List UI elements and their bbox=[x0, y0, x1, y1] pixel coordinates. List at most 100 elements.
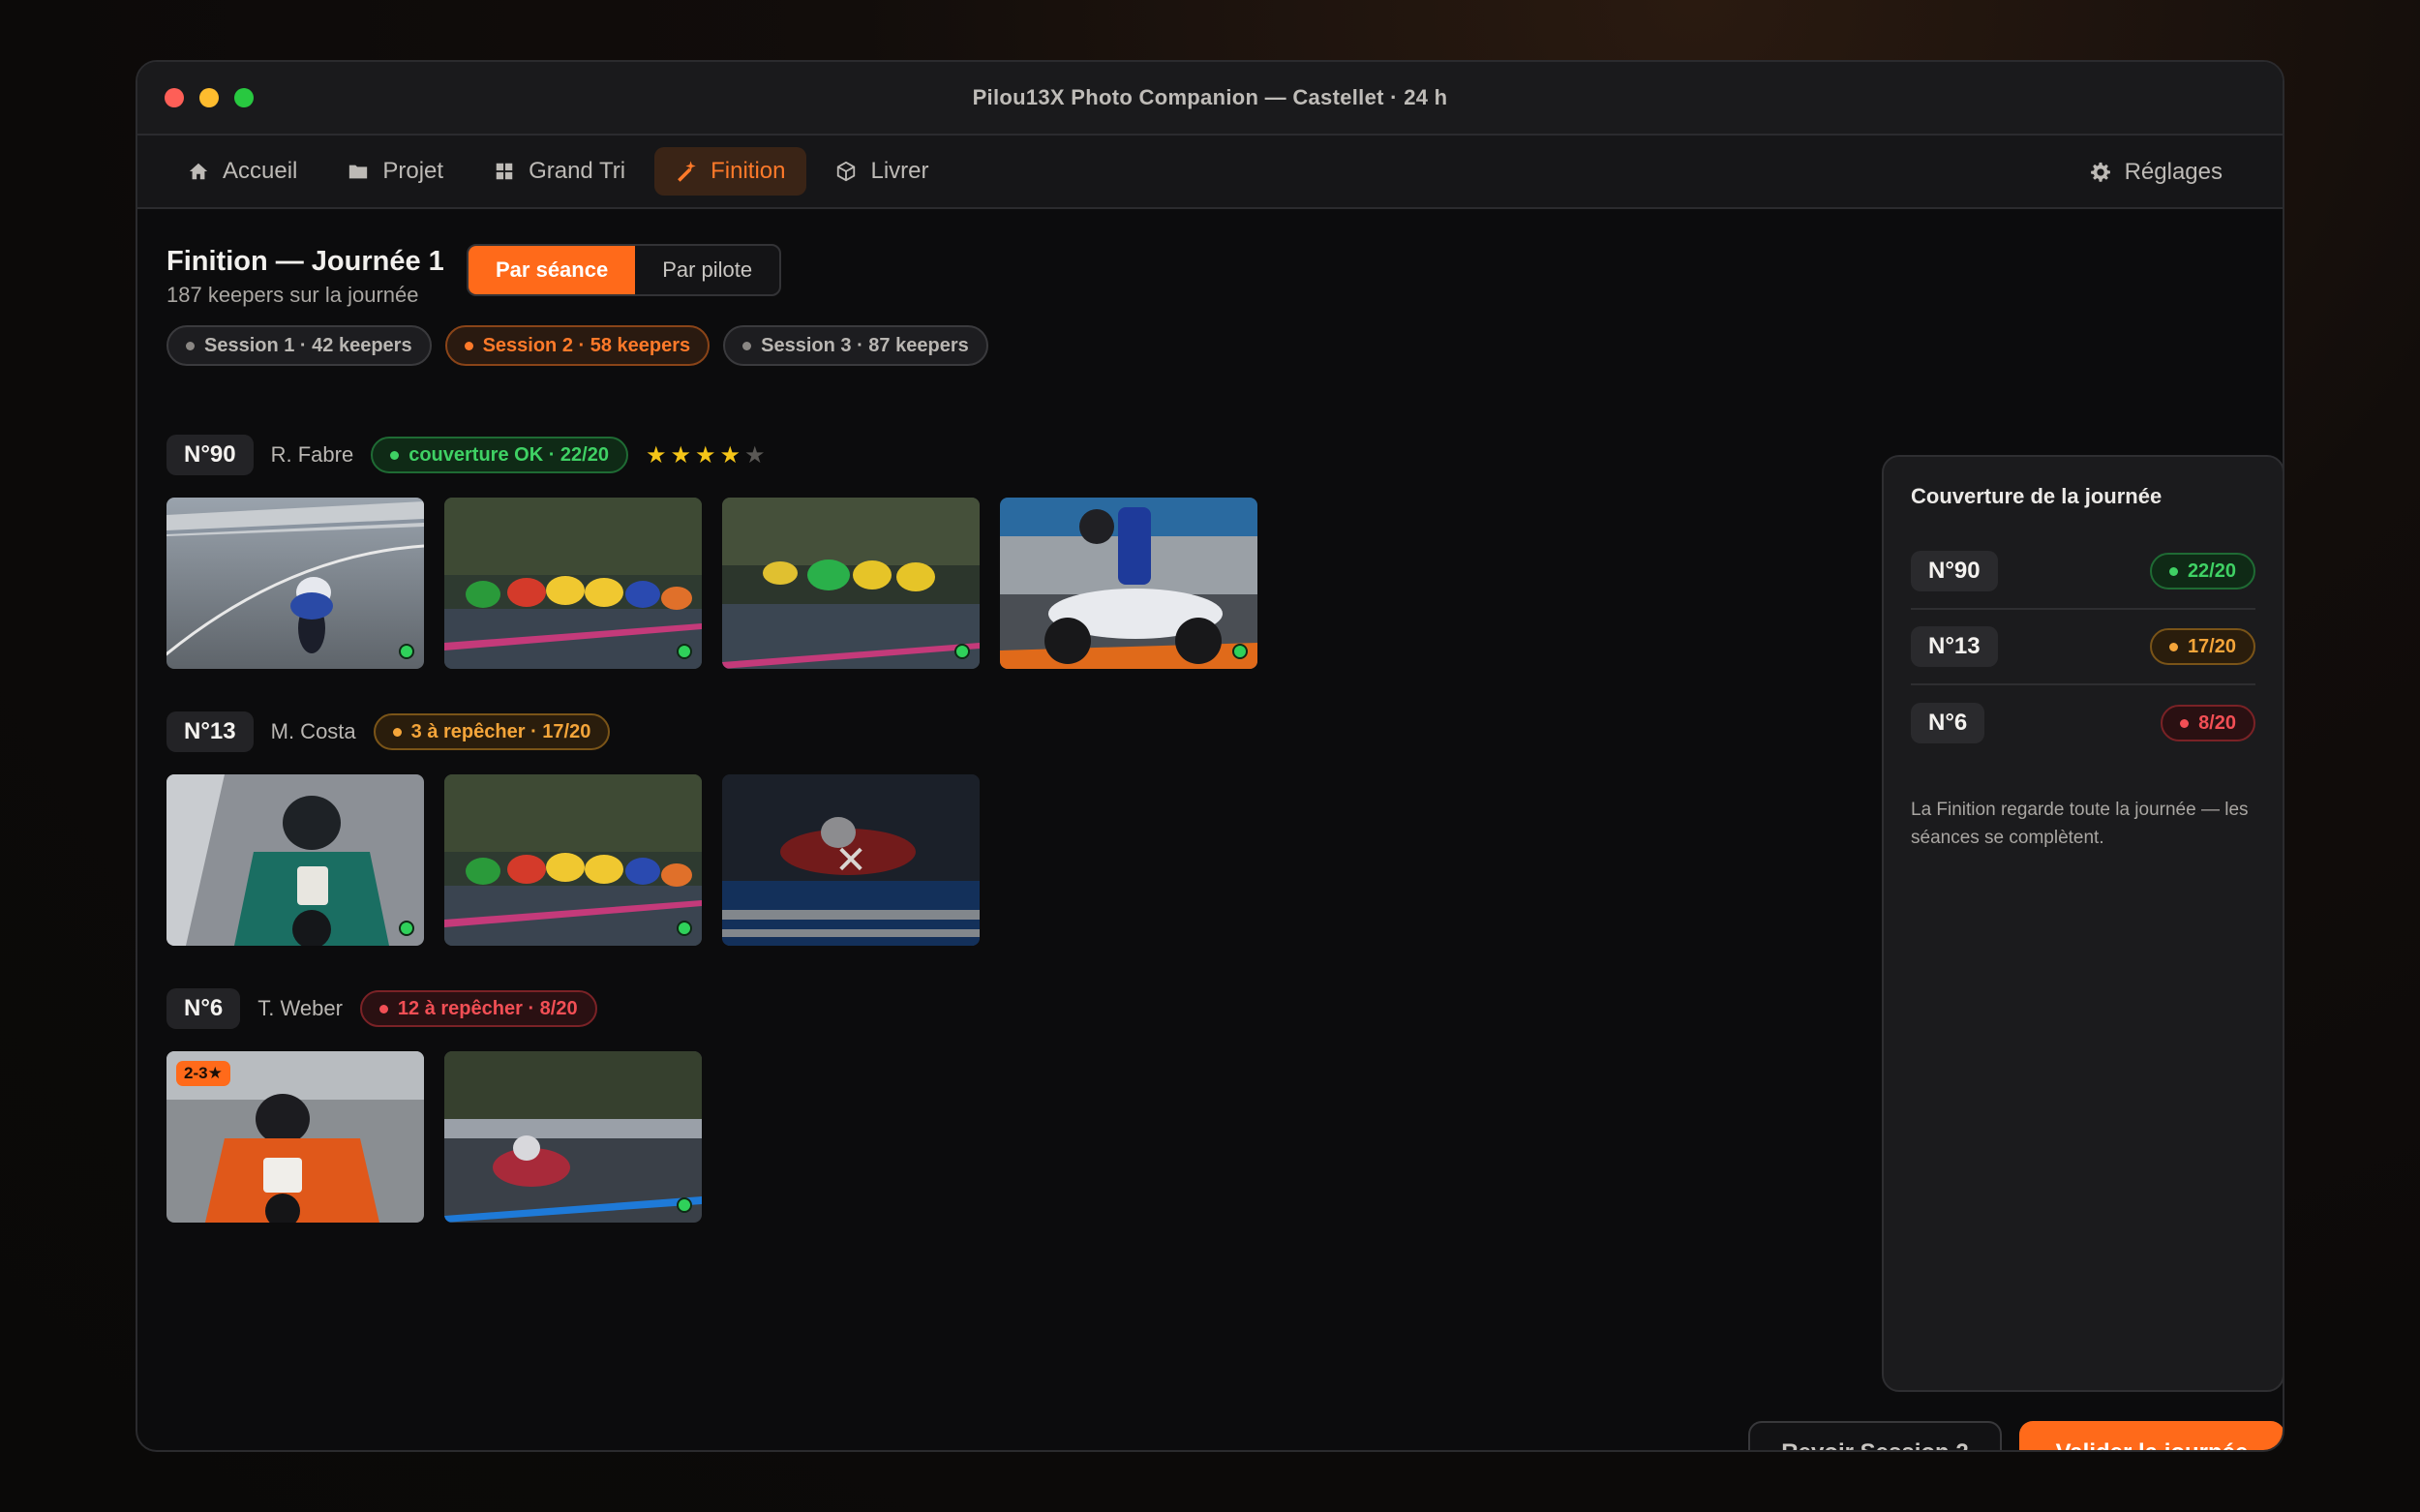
photo-thumbnail[interactable] bbox=[166, 498, 424, 669]
nav-tab-grand-tri[interactable]: Grand Tri bbox=[472, 147, 647, 196]
star-icon[interactable]: ★ bbox=[670, 441, 691, 469]
photo-strip: ✕ bbox=[166, 774, 980, 946]
status-dot bbox=[2168, 642, 2178, 651]
pilot-name: T. Weber bbox=[257, 996, 343, 1020]
photo-image bbox=[1000, 498, 1257, 669]
window-controls bbox=[165, 88, 254, 107]
nav-tab-projet[interactable]: Projet bbox=[326, 147, 465, 196]
photo-strip bbox=[166, 498, 1257, 669]
coverage-note: La Finition regarde toute la journée — l… bbox=[1911, 800, 2249, 848]
coverage-badge-label: 3 à repêcher · 17/20 bbox=[410, 720, 591, 742]
photo-strip: 2-3★ bbox=[166, 1051, 702, 1223]
minimize-window-button[interactable] bbox=[199, 88, 219, 107]
validate-day-button[interactable]: Valider la journée bbox=[2019, 1421, 2283, 1450]
session-filter: Session 1 · 42 keepers Session 2 · 58 ke… bbox=[166, 325, 988, 366]
grid-icon bbox=[496, 163, 513, 180]
keeper-indicator bbox=[399, 921, 414, 936]
view-by-pilot-button[interactable]: Par pilote bbox=[635, 246, 779, 294]
star-icon[interactable]: ★ bbox=[744, 441, 766, 469]
status-dot bbox=[378, 1004, 388, 1013]
review-session-button[interactable]: Revoir Session 2 bbox=[1748, 1421, 2002, 1450]
pilot-header: N°13 M. Costa 3 à repêcher · 17/20 bbox=[166, 711, 980, 753]
pilot-group-13: N°13 M. Costa 3 à repêcher · 17/20 ✕ bbox=[166, 711, 980, 946]
pilot-group-6: N°6 T. Weber 12 à repêcher · 8/20 2-3★ bbox=[166, 987, 702, 1223]
keeper-indicator bbox=[677, 921, 692, 936]
session-chip-2[interactable]: Session 2 · 58 keepers bbox=[444, 325, 711, 366]
coverage-value: 17/20 bbox=[2187, 635, 2236, 657]
photo-thumbnail[interactable] bbox=[444, 1051, 702, 1223]
window-title: Pilou13X Photo Companion — Castellet · 2… bbox=[972, 85, 1448, 109]
photo-thumbnail[interactable]: ✕ bbox=[722, 774, 980, 946]
pilot-number: N°6 bbox=[166, 988, 241, 1029]
settings-button[interactable]: Réglages bbox=[2069, 148, 2244, 197]
pilot-header: N°6 T. Weber 12 à repêcher · 8/20 bbox=[166, 987, 702, 1030]
coverage-pilot-number: N°90 bbox=[1911, 551, 1998, 591]
pilot-number: N°13 bbox=[166, 711, 254, 752]
keeper-indicator bbox=[399, 644, 414, 659]
view-by-session-button[interactable]: Par séance bbox=[469, 246, 636, 294]
nav-tab-label: Projet bbox=[382, 158, 444, 184]
keeper-indicator bbox=[677, 1197, 692, 1213]
nav-tab-finition[interactable]: Finition bbox=[654, 147, 807, 196]
page-subtitle: 187 keepers sur la journée bbox=[166, 283, 419, 307]
coverage-value-badge: 22/20 bbox=[2149, 553, 2255, 590]
coverage-row-6[interactable]: N°6 8/20 bbox=[1911, 685, 2255, 761]
coverage-value: 8/20 bbox=[2198, 711, 2236, 734]
coverage-badge: 3 à repêcher · 17/20 bbox=[373, 713, 611, 750]
pilot-name: M. Costa bbox=[270, 719, 356, 743]
coverage-badge: couverture OK · 22/20 bbox=[371, 437, 628, 473]
coverage-value-badge: 8/20 bbox=[2161, 705, 2255, 741]
pilot-name: R. Fabre bbox=[270, 442, 354, 467]
photo-image bbox=[444, 498, 702, 669]
photo-image bbox=[444, 1051, 702, 1223]
coverage-row-13[interactable]: N°13 17/20 bbox=[1911, 610, 2255, 685]
session-chip-label: Session 2 · 58 keepers bbox=[482, 334, 691, 356]
nav-tab-label: Grand Tri bbox=[529, 158, 626, 184]
coverage-badge: 12 à repêcher · 8/20 bbox=[359, 990, 597, 1027]
photo-thumbnail[interactable] bbox=[166, 774, 424, 946]
settings-label: Réglages bbox=[2124, 159, 2223, 185]
session-chip-3[interactable]: Session 3 · 87 keepers bbox=[723, 325, 988, 366]
app-window: Pilou13X Photo Companion — Castellet · 2… bbox=[136, 60, 2284, 1452]
star-icon[interactable]: ★ bbox=[720, 441, 741, 469]
session-chip-1[interactable]: Session 1 · 42 keepers bbox=[166, 325, 432, 366]
close-window-button[interactable] bbox=[165, 88, 184, 107]
coverage-row-90[interactable]: N°90 22/20 bbox=[1911, 534, 2255, 610]
nav-tab-livrer[interactable]: Livrer bbox=[814, 147, 950, 196]
view-toggle: Par séance Par pilote bbox=[467, 244, 782, 296]
nav-tab-label: Finition bbox=[711, 158, 786, 184]
zoom-window-button[interactable] bbox=[234, 88, 254, 107]
nav-tab-label: Livrer bbox=[870, 158, 929, 184]
coverage-pilot-number: N°13 bbox=[1911, 626, 1998, 667]
magic-wand-icon bbox=[678, 161, 696, 182]
photo-thumbnail[interactable] bbox=[444, 498, 702, 669]
folder-icon bbox=[349, 165, 368, 179]
photo-thumbnail[interactable] bbox=[1000, 498, 1257, 669]
photo-thumbnail[interactable] bbox=[722, 498, 980, 669]
nav-tab-accueil[interactable]: Accueil bbox=[166, 147, 318, 196]
page-title: Finition — Journée 1 bbox=[166, 246, 444, 277]
status-dot bbox=[392, 727, 402, 737]
photo-thumbnail[interactable]: 2-3★ bbox=[166, 1051, 424, 1223]
photo-thumbnail[interactable] bbox=[444, 774, 702, 946]
session-chip-label: Session 1 · 42 keepers bbox=[204, 334, 412, 356]
coverage-badge-label: 12 à repêcher · 8/20 bbox=[397, 997, 578, 1019]
coverage-badge-label: couverture OK · 22/20 bbox=[408, 443, 609, 466]
star-rating[interactable]: ★ ★ ★ ★ ★ bbox=[646, 441, 766, 469]
photo-image bbox=[444, 774, 702, 946]
coverage-value-badge: 17/20 bbox=[2149, 628, 2255, 665]
finition-content: Finition — Journée 1 187 keepers sur la … bbox=[166, 228, 2283, 1450]
rejected-overlay: ✕ bbox=[722, 774, 980, 946]
coverage-value: 22/20 bbox=[2187, 559, 2236, 582]
coverage-pilot-number: N°6 bbox=[1911, 703, 1985, 743]
pilot-header: N°90 R. Fabre couverture OK · 22/20 ★ ★ … bbox=[166, 434, 1257, 476]
status-dot bbox=[2180, 718, 2190, 728]
photo-image bbox=[722, 498, 980, 669]
keeper-indicator bbox=[1232, 644, 1248, 659]
star-icon[interactable]: ★ bbox=[646, 441, 667, 469]
pilot-group-90: N°90 R. Fabre couverture OK · 22/20 ★ ★ … bbox=[166, 434, 1257, 669]
close-icon: ✕ bbox=[834, 838, 867, 882]
star-icon[interactable]: ★ bbox=[695, 441, 716, 469]
photo-image bbox=[166, 774, 424, 946]
status-dot bbox=[464, 341, 473, 350]
